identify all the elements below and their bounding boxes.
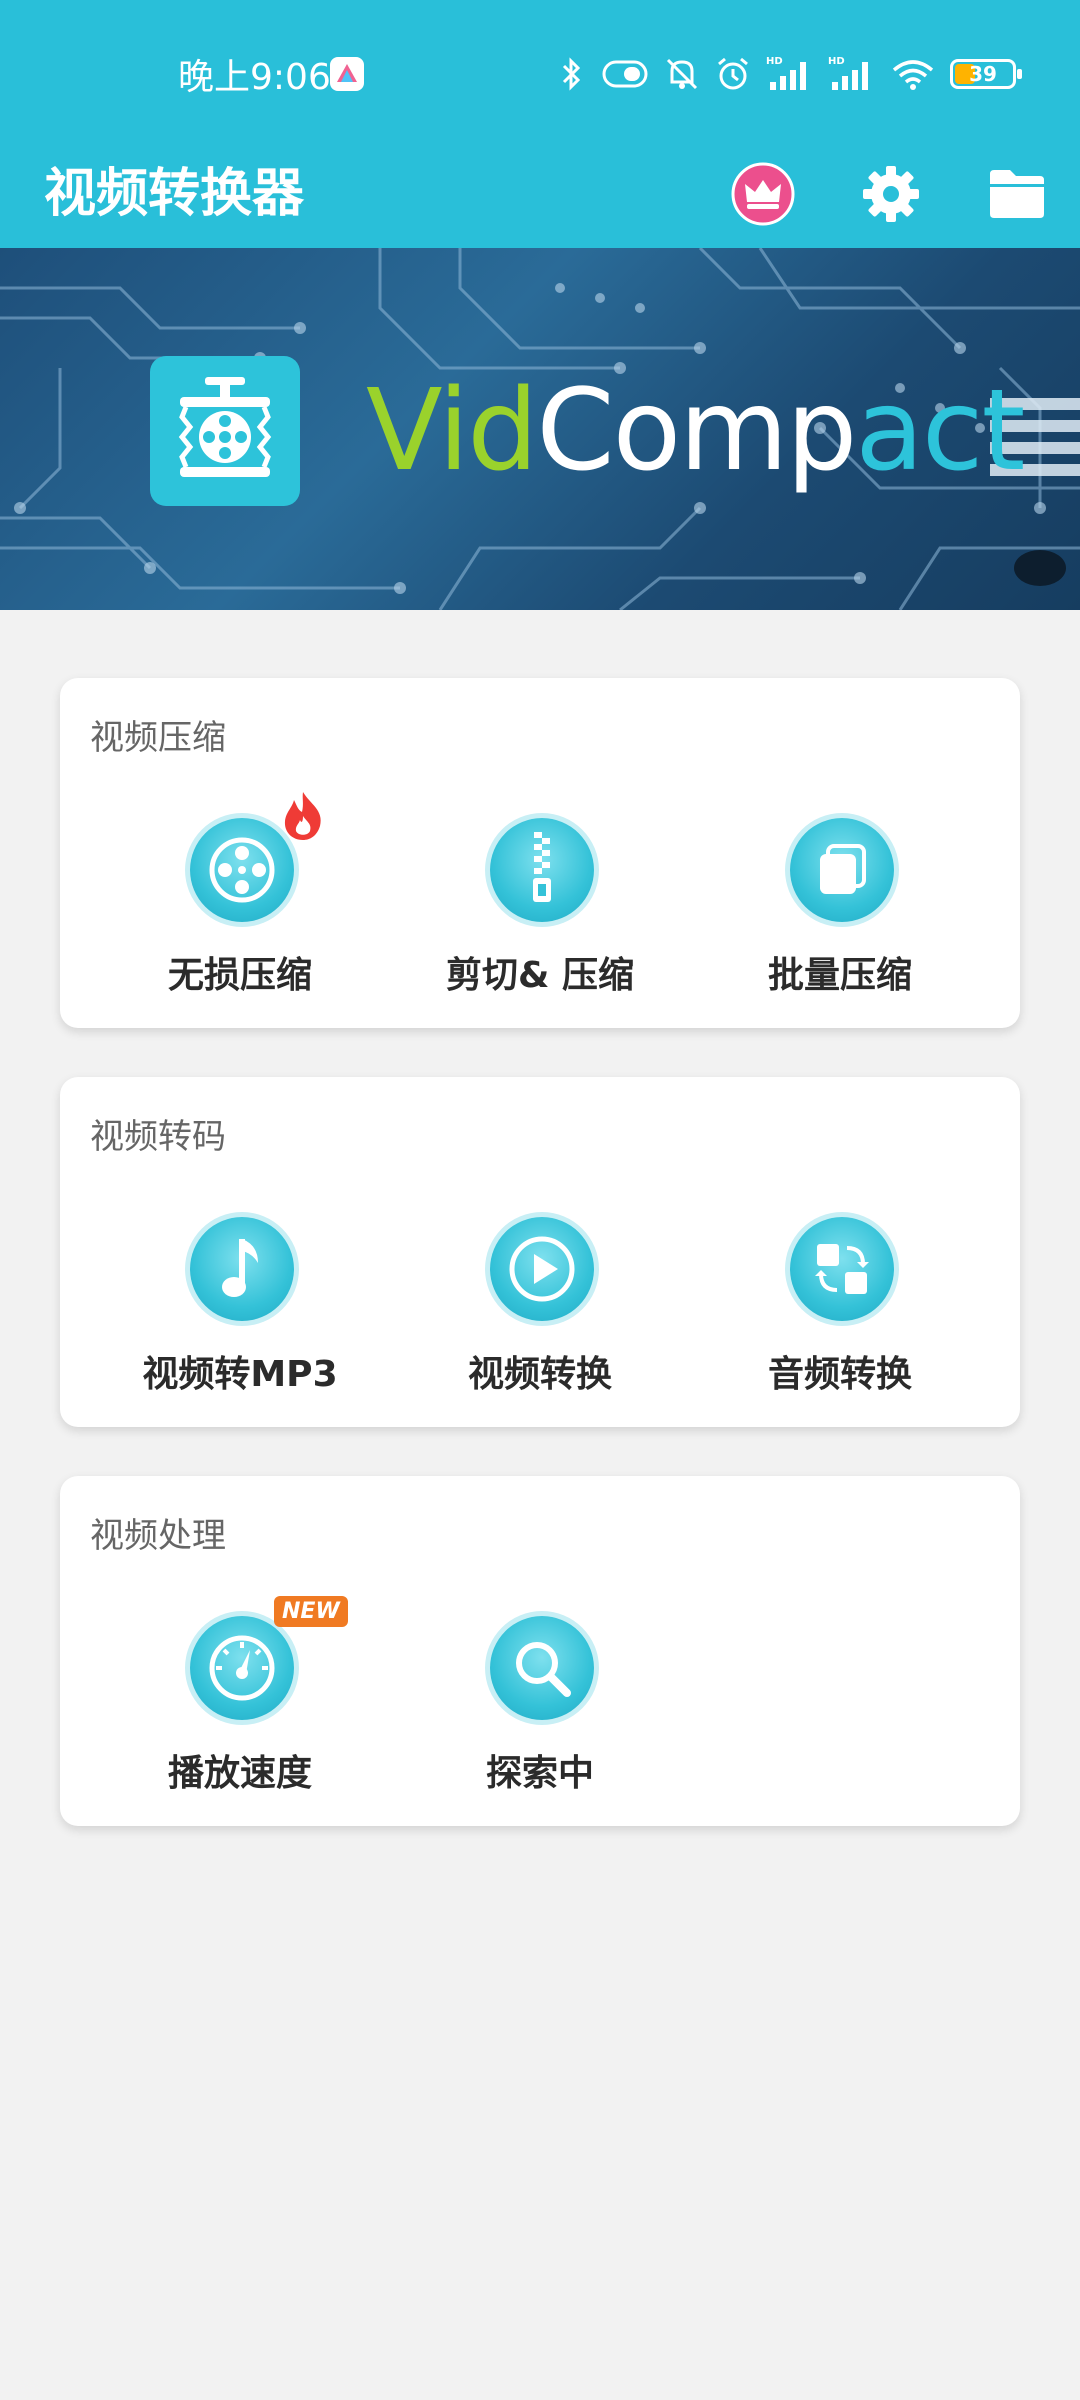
folder-button[interactable] <box>972 140 1062 248</box>
tool-explore[interactable]: 探索中 <box>390 1616 690 1796</box>
tool-label: 视频转MP3 <box>142 1354 338 1395</box>
brand-act: act <box>855 366 1025 496</box>
status-time: 晚上9:06 <box>178 57 331 98</box>
tool-label: 播放速度 <box>167 1753 312 1794</box>
promo-banner[interactable]: VidCompact <box>0 248 1080 610</box>
tool-label: 无损压缩 <box>167 955 312 996</box>
tool-label: 视频转换 <box>467 1354 612 1395</box>
stacked-files-icon <box>790 818 894 922</box>
mute-icon <box>666 58 698 90</box>
tool-label: 剪切& 压缩 <box>446 955 634 996</box>
gear-icon <box>863 166 919 222</box>
svg-text:HD: HD <box>766 56 783 67</box>
bluetooth-icon <box>562 57 581 91</box>
hot-fire-icon <box>284 792 321 840</box>
magnifier-icon <box>490 1616 594 1720</box>
crown-icon <box>731 162 795 226</box>
tool-label: 音频转换 <box>767 1354 912 1395</box>
section-video-transcode: 视频转码 视频转MP3 视频转换 音频转换 <box>60 1077 1020 1427</box>
new-badge: NEW <box>274 1596 348 1627</box>
signal-hd-1-icon: HD <box>766 56 806 90</box>
section-title: 视频压缩 <box>90 718 226 758</box>
tool-batch-compress[interactable]: 批量压缩 <box>690 818 990 998</box>
vidcompact-logo-icon <box>150 356 300 506</box>
page-title: 视频转换器 <box>44 164 305 224</box>
tool-label: 批量压缩 <box>767 955 912 996</box>
battery-icon: 39 <box>950 59 1022 89</box>
tool-video-to-mp3[interactable]: 视频转MP3 <box>90 1217 390 1397</box>
section-title: 视频转码 <box>90 1117 226 1157</box>
section-video-compress: 视频压缩 无损压缩 剪切& 压缩 批量压缩 <box>60 678 1020 1028</box>
svg-text:HD: HD <box>828 56 845 67</box>
speedometer-icon <box>190 1616 294 1720</box>
tool-audio-convert[interactable]: 音频转换 <box>690 1217 990 1397</box>
settings-button[interactable] <box>846 140 936 248</box>
tool-cut-compress[interactable]: 剪切& 压缩 <box>390 818 690 998</box>
tool-lossless-compress[interactable]: 无损压缩 <box>90 792 390 998</box>
section-title: 视频处理 <box>90 1516 226 1556</box>
zipper-icon <box>490 818 594 922</box>
alarm-icon <box>718 57 748 90</box>
vibrate-icon <box>602 60 648 88</box>
battery-level: 39 <box>969 62 997 86</box>
status-icons: HD HD 39 <box>556 52 1022 96</box>
wifi-icon <box>892 60 934 90</box>
tool-label: 探索中 <box>485 1753 594 1794</box>
vip-button[interactable] <box>718 140 808 248</box>
status-bar: 晚上9:06 HD HD 39 <box>0 0 1080 140</box>
play-icon <box>490 1217 594 1321</box>
notification-app-icon <box>330 57 364 91</box>
banner-brand-text: VidCompact <box>366 366 1025 496</box>
signal-hd-2-icon: HD <box>828 56 868 90</box>
film-reel-icon <box>190 818 294 922</box>
app-bar: 视频转换器 <box>0 140 1080 248</box>
convert-arrows-icon <box>790 1217 894 1321</box>
music-note-icon <box>190 1217 294 1321</box>
section-video-process: 视频处理 NEW 播放速度 探索中 <box>60 1476 1020 1826</box>
tool-video-convert[interactable]: 视频转换 <box>390 1217 690 1397</box>
brand-vid: Vid <box>366 366 538 496</box>
folder-icon <box>990 170 1044 218</box>
brand-comp: Comp <box>536 366 857 496</box>
tool-playback-speed[interactable]: NEW 播放速度 <box>90 1596 390 1796</box>
